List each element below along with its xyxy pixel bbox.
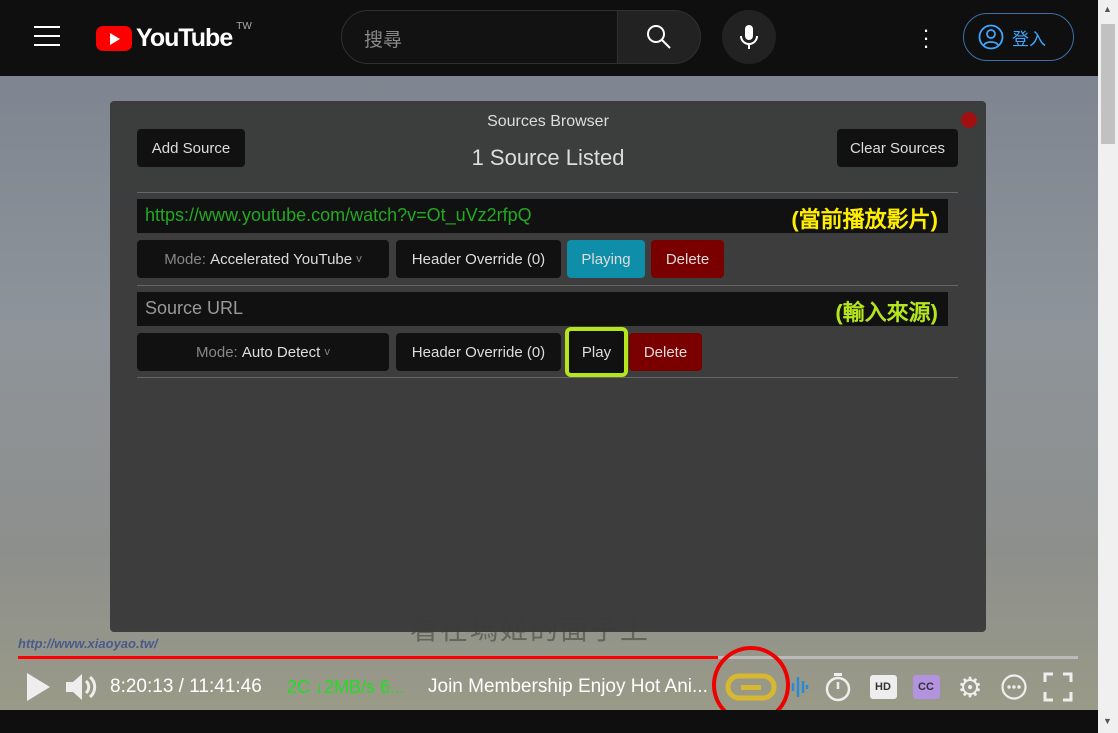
divider bbox=[137, 192, 958, 193]
playing-button[interactable]: Playing bbox=[567, 240, 645, 278]
sources-browser-panel: Sources Browser 1 Source Listed Add Sour… bbox=[110, 101, 986, 632]
stream-stats: 2C ↓2MB/s 6... bbox=[287, 676, 406, 697]
close-icon[interactable] bbox=[961, 112, 977, 128]
progress-fill bbox=[18, 656, 718, 659]
mode-label: Mode: bbox=[164, 250, 206, 268]
mode-select[interactable]: Mode: Auto Detect v bbox=[137, 333, 389, 371]
chevron-down-icon: v bbox=[356, 253, 362, 265]
progress-bar[interactable] bbox=[18, 656, 1078, 659]
time-display: 8:20:13 / 11:41:46 bbox=[110, 676, 262, 697]
timer-icon[interactable] bbox=[824, 672, 852, 702]
mode-value: Accelerated YouTube bbox=[210, 250, 353, 268]
header-override-button[interactable]: Header Override (0) bbox=[396, 333, 561, 371]
fullscreen-icon[interactable] bbox=[1043, 672, 1073, 702]
delete-button[interactable]: Delete bbox=[629, 333, 702, 371]
cc-label: CC bbox=[912, 675, 940, 699]
top-bar: YouTube TW 搜尋 · · · 登入 bbox=[0, 0, 1098, 76]
annotation-current: (當前播放影片) bbox=[791, 207, 938, 232]
chevron-down-icon: v bbox=[324, 346, 330, 358]
voice-search-button[interactable] bbox=[722, 10, 776, 64]
captions-icon[interactable]: CC bbox=[912, 672, 940, 702]
account-icon bbox=[978, 24, 1004, 50]
hd-icon[interactable]: HD bbox=[869, 672, 897, 702]
mode-value: Auto Detect bbox=[241, 343, 321, 361]
video-title: Join Membership Enjoy Hot Ani... bbox=[428, 676, 708, 697]
search-input[interactable]: 搜尋 bbox=[341, 10, 618, 64]
scrollbar-thumb[interactable] bbox=[1101, 24, 1115, 144]
sign-in-button[interactable]: 登入 bbox=[963, 13, 1074, 61]
hd-label: HD bbox=[869, 675, 897, 699]
logo-text: YouTube bbox=[136, 24, 233, 52]
header-override-button[interactable]: Header Override (0) bbox=[396, 240, 561, 278]
video-subtitle: 看在瑪姬的面子上 bbox=[410, 614, 651, 645]
search-icon bbox=[647, 25, 671, 49]
source-url-text: https://www.youtube.com/watch?v=Ot_uVz2r… bbox=[145, 205, 532, 225]
play-icon[interactable] bbox=[24, 672, 52, 702]
youtube-logo[interactable]: YouTube TW bbox=[96, 21, 252, 53]
page-bottom bbox=[0, 710, 1098, 733]
hamburger-menu-icon[interactable] bbox=[34, 26, 60, 46]
clear-sources-button[interactable]: Clear Sources bbox=[837, 129, 958, 167]
add-source-button[interactable]: Add Source bbox=[137, 129, 245, 167]
play-button[interactable]: Play bbox=[565, 327, 628, 377]
youtube-play-icon bbox=[96, 26, 132, 51]
source-url-field[interactable]: https://www.youtube.com/watch?v=Ot_uVz2r… bbox=[137, 199, 948, 233]
mode-select[interactable]: Mode: Accelerated YouTube v bbox=[137, 240, 389, 278]
mode-label: Mode: bbox=[196, 343, 238, 361]
sign-in-label: 登入 bbox=[1012, 29, 1046, 49]
scroll-up-icon[interactable]: ▲ bbox=[1103, 4, 1112, 14]
more-icon[interactable] bbox=[1000, 672, 1028, 702]
scroll-down-icon[interactable]: ▼ bbox=[1103, 716, 1112, 726]
search-button[interactable] bbox=[617, 10, 701, 64]
more-options-icon[interactable]: · · · bbox=[918, 19, 934, 57]
annotation-input: (輸入來源) bbox=[835, 300, 938, 325]
source-url-input[interactable]: Source URL (輸入來源) bbox=[137, 292, 948, 326]
scrollbar[interactable]: ▲ ▼ bbox=[1098, 0, 1118, 733]
microphone-icon bbox=[740, 25, 758, 49]
divider bbox=[137, 377, 958, 378]
watermark: http://www.xiaoyao.tw/ bbox=[18, 636, 158, 651]
delete-button[interactable]: Delete bbox=[651, 240, 724, 278]
country-code: TW bbox=[236, 21, 252, 32]
divider bbox=[137, 285, 958, 286]
source-url-placeholder: Source URL bbox=[145, 298, 244, 318]
settings-gear-icon[interactable]: ⚙ bbox=[956, 672, 984, 703]
volume-icon[interactable] bbox=[64, 672, 100, 702]
audio-wave-icon[interactable] bbox=[790, 672, 810, 702]
